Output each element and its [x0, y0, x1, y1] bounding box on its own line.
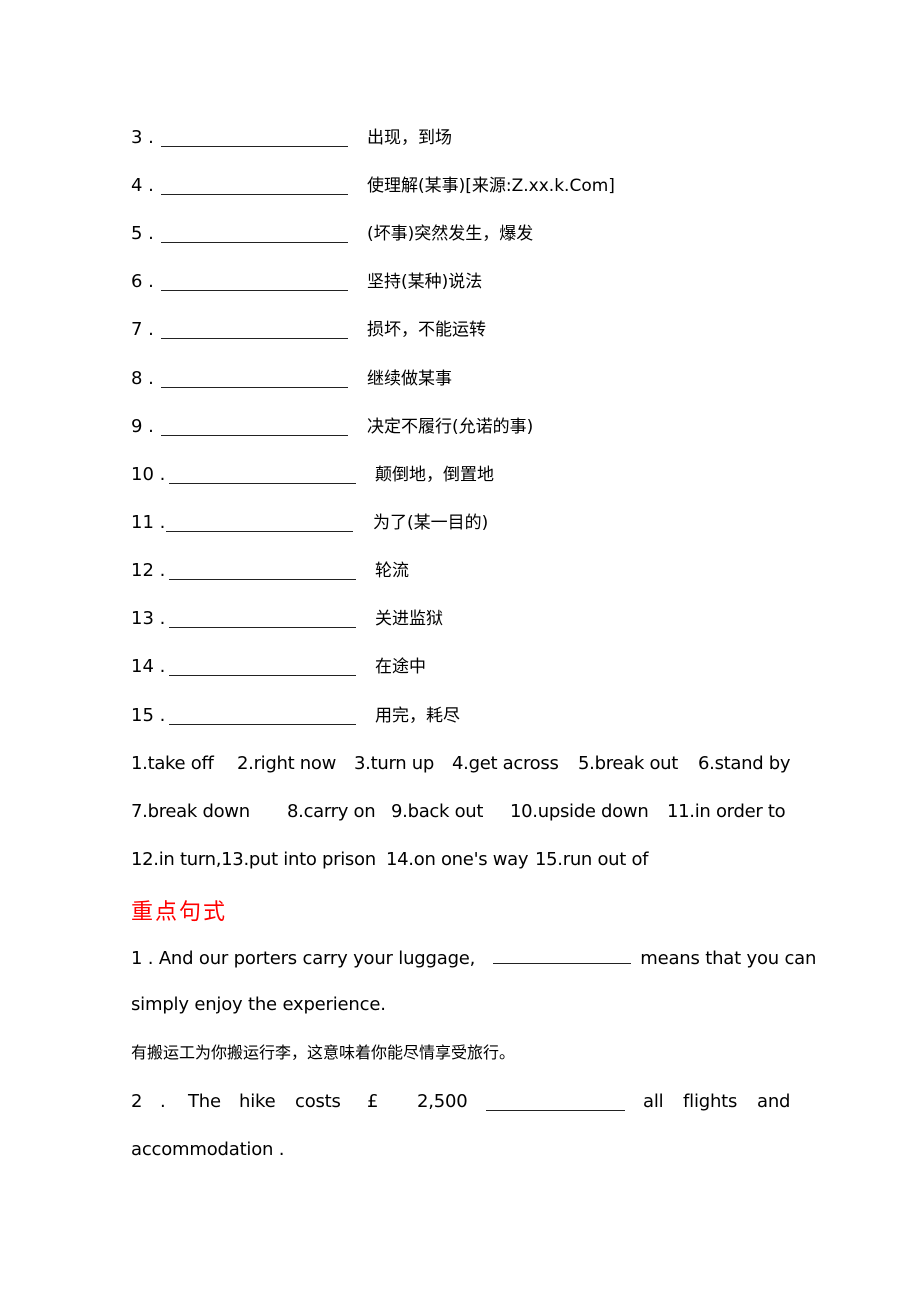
answer-entry: 11.in order to — [667, 801, 786, 822]
item-number: 13 . — [131, 608, 166, 629]
item-number: 10 . — [131, 464, 166, 485]
vocab-item: 14 . 在途中 — [131, 655, 426, 679]
item-meaning: 使理解(某事)[来源:Z.xx.k.Com] — [367, 176, 615, 196]
item-number: 15 . — [131, 705, 166, 726]
answer-blank[interactable] — [161, 387, 348, 388]
item-number: 12 . — [131, 560, 166, 581]
item-meaning: 出现，到场 — [367, 128, 452, 148]
sentence-word: flights — [683, 1091, 738, 1112]
answer-entry: 14.on one's way — [386, 849, 529, 870]
answer-entry: 6.stand by — [698, 753, 791, 774]
answer-entry: 7.break down — [131, 801, 250, 822]
item-meaning: 坚持(某种)说法 — [367, 272, 483, 292]
answer-entry: 10.upside down — [510, 801, 649, 822]
answer-entry: 12.in turn,13.put into prison — [131, 849, 376, 870]
answer-blank[interactable] — [169, 724, 356, 725]
sentence-2-line-2: accommodation . — [131, 1139, 285, 1160]
vocab-item: 6 . 坚持(某种)说法 — [131, 270, 482, 294]
item-meaning: 用完，耗尽 — [375, 706, 460, 726]
sentence-word: costs — [295, 1091, 341, 1112]
vocab-item: 11 . 为了(某一目的) — [131, 511, 488, 535]
vocab-item: 10 . 颠倒地，倒置地 — [131, 463, 494, 487]
item-number: 14 . — [131, 656, 166, 677]
vocab-item: 4 . 使理解(某事)[来源:Z.xx.k.Com] — [131, 174, 615, 198]
vocab-item: 15 . 用完，耗尽 — [131, 704, 460, 728]
answer-entry: 3.turn up — [354, 753, 434, 774]
item-meaning: 颠倒地，倒置地 — [375, 465, 494, 485]
vocab-item: 13 . 关进监狱 — [131, 607, 443, 631]
sentence-number: 2 — [131, 1091, 143, 1112]
answer-entry: 1.take off — [131, 753, 214, 774]
answer-blank[interactable] — [161, 290, 348, 291]
item-number: 5 . — [131, 223, 154, 244]
sentence-text: . — [160, 1091, 166, 1112]
sentence-blank[interactable] — [492, 945, 631, 964]
item-meaning: 轮流 — [375, 561, 409, 581]
vocab-item: 7 . 损坏，不能运转 — [131, 318, 486, 342]
answer-blank[interactable] — [169, 675, 356, 676]
answer-blank[interactable] — [161, 194, 348, 195]
item-number: 7 . — [131, 319, 154, 340]
answer-entry: 4.get across — [452, 753, 559, 774]
answer-entry: 8.carry on — [287, 801, 376, 822]
answer-blank[interactable] — [169, 579, 356, 580]
item-meaning: 在途中 — [375, 657, 426, 677]
item-meaning: 关进监狱 — [375, 609, 443, 629]
vocab-item: 3 . 出现，到场 — [131, 126, 452, 150]
sentence-word: The — [188, 1091, 221, 1112]
sentence-1-translation: 有搬运工为你搬运行李，这意味着你能尽情享受旅行。 — [131, 1043, 516, 1062]
item-number: 4 . — [131, 175, 154, 196]
answer-blank[interactable] — [169, 483, 356, 484]
section-heading: 重点句式 — [131, 900, 228, 925]
item-meaning: (坏事)突然发生，爆发 — [367, 224, 534, 244]
answer-entry: 2.right now — [237, 753, 337, 774]
item-meaning: 继续做某事 — [367, 369, 452, 389]
sentence-text: means that you can — [640, 948, 817, 969]
item-meaning: 损坏，不能运转 — [367, 320, 486, 340]
item-number: 9 . — [131, 416, 154, 437]
answer-blank[interactable] — [161, 435, 348, 436]
vocab-item: 12 . 轮流 — [131, 559, 409, 583]
sentence-blank[interactable] — [486, 1092, 625, 1111]
vocab-item: 8 . 继续做某事 — [131, 367, 452, 391]
item-number: 6 . — [131, 271, 154, 292]
item-number: 3 . — [131, 127, 154, 148]
item-meaning: 为了(某一目的) — [373, 513, 489, 533]
answer-blank[interactable] — [161, 338, 348, 339]
sentence-text: 1 . And our porters carry your luggage, — [131, 948, 476, 969]
sentence-word: and — [757, 1091, 791, 1112]
vocab-item: 9 . 决定不履行(允诺的事) — [131, 415, 533, 439]
item-number: 8 . — [131, 368, 154, 389]
answer-blank[interactable] — [161, 146, 348, 147]
sentence-word: £ — [367, 1091, 379, 1112]
answer-blank[interactable] — [169, 627, 356, 628]
sentence-word: all — [643, 1091, 664, 1112]
item-number: 11 . — [131, 512, 166, 533]
sentence-word: hike — [239, 1091, 276, 1112]
sentence-1-line-2: simply enjoy the experience. — [131, 994, 386, 1015]
answer-entry: 15.run out of — [535, 849, 649, 870]
sentence-1-line-1: 1 . And our porters carry your luggage, … — [131, 945, 816, 971]
answer-entry: 9.back out — [391, 801, 484, 822]
item-meaning: 决定不履行(允诺的事) — [367, 417, 534, 437]
vocab-item: 5 . (坏事)突然发生，爆发 — [131, 222, 533, 246]
answer-entry: 5.break out — [578, 753, 679, 774]
sentence-word: 2,500 — [417, 1091, 468, 1112]
answer-blank[interactable] — [161, 242, 348, 243]
answer-blank[interactable] — [166, 531, 353, 532]
